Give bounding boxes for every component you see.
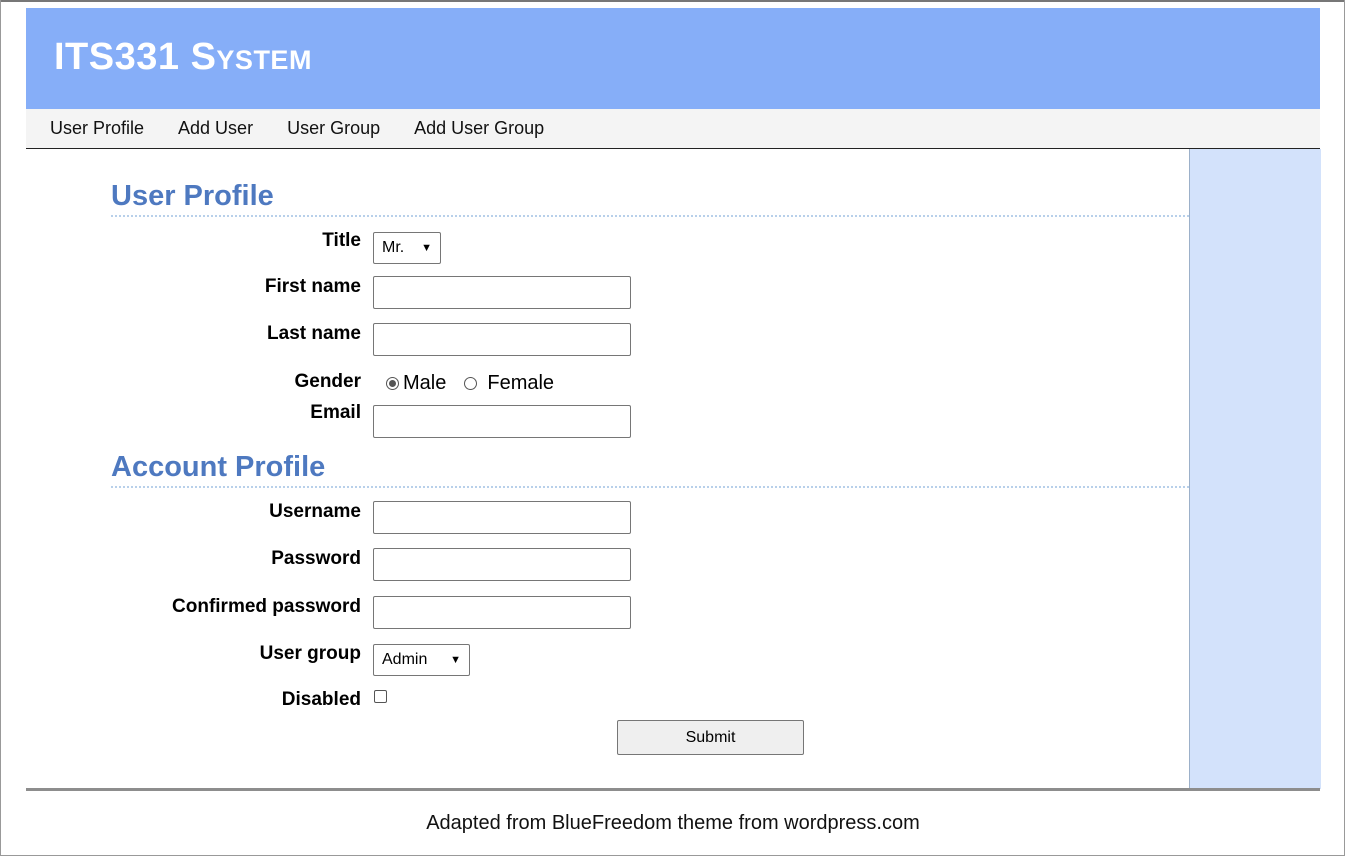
submit-button[interactable]: Submit	[617, 720, 804, 755]
chevron-down-icon: ▼	[421, 242, 432, 254]
last-name-label: Last name	[267, 323, 361, 344]
gender-radio-group: Male Female	[386, 372, 554, 395]
username-input[interactable]	[373, 501, 631, 534]
window-left-border	[0, 0, 1, 856]
site-header: ITS331 System	[26, 8, 1320, 109]
username-label: Username	[269, 501, 361, 522]
gender-male-label: Male	[403, 372, 447, 394]
account-profile-heading: Account Profile	[111, 451, 1189, 489]
email-label: Email	[310, 402, 361, 423]
password-input[interactable]	[373, 548, 631, 581]
page-wrapper: ITS331 System User Profile Add User User…	[26, 8, 1321, 789]
last-name-input[interactable]	[373, 323, 631, 356]
first-name-label: First name	[264, 276, 361, 297]
chevron-down-icon: ▼	[450, 654, 461, 666]
site-title: ITS331 System	[54, 36, 312, 78]
title-select[interactable]: Mr. ▼	[373, 232, 441, 264]
right-sidebar	[1189, 149, 1321, 789]
confirmed-password-label: Confirmed password	[172, 596, 361, 617]
user-profile-heading: User Profile	[111, 180, 1189, 218]
email-input[interactable]	[373, 405, 631, 438]
footer-text: Adapted from BlueFreedom theme from word…	[426, 812, 920, 834]
password-label: Password	[271, 548, 361, 569]
gender-female-label: Female	[487, 372, 555, 394]
content-area: User Profile Title Mr. ▼ First name Last…	[26, 149, 1321, 789]
gender-label: Gender	[294, 371, 361, 392]
user-group-label: User group	[259, 643, 361, 664]
nav-item-user-profile[interactable]: User Profile	[50, 118, 144, 139]
nav-item-user-group[interactable]: User Group	[287, 118, 380, 139]
user-group-select-value: Admin	[382, 651, 428, 668]
title-label: Title	[322, 230, 361, 251]
title-select-value: Mr.	[382, 239, 405, 256]
confirmed-password-input[interactable]	[373, 596, 631, 629]
user-group-select[interactable]: Admin ▼	[373, 644, 470, 676]
gender-male-radio[interactable]	[386, 377, 399, 390]
main-nav: User Profile Add User User Group Add Use…	[26, 109, 1320, 149]
disabled-label: Disabled	[281, 689, 361, 710]
footer-divider	[26, 788, 1320, 791]
nav-item-add-user-group[interactable]: Add User Group	[414, 118, 544, 139]
gender-female-radio[interactable]	[464, 377, 478, 390]
disabled-checkbox[interactable]	[374, 690, 387, 703]
first-name-input[interactable]	[373, 276, 631, 309]
nav-item-add-user[interactable]: Add User	[178, 118, 253, 139]
window-top-border	[0, 0, 1345, 2]
